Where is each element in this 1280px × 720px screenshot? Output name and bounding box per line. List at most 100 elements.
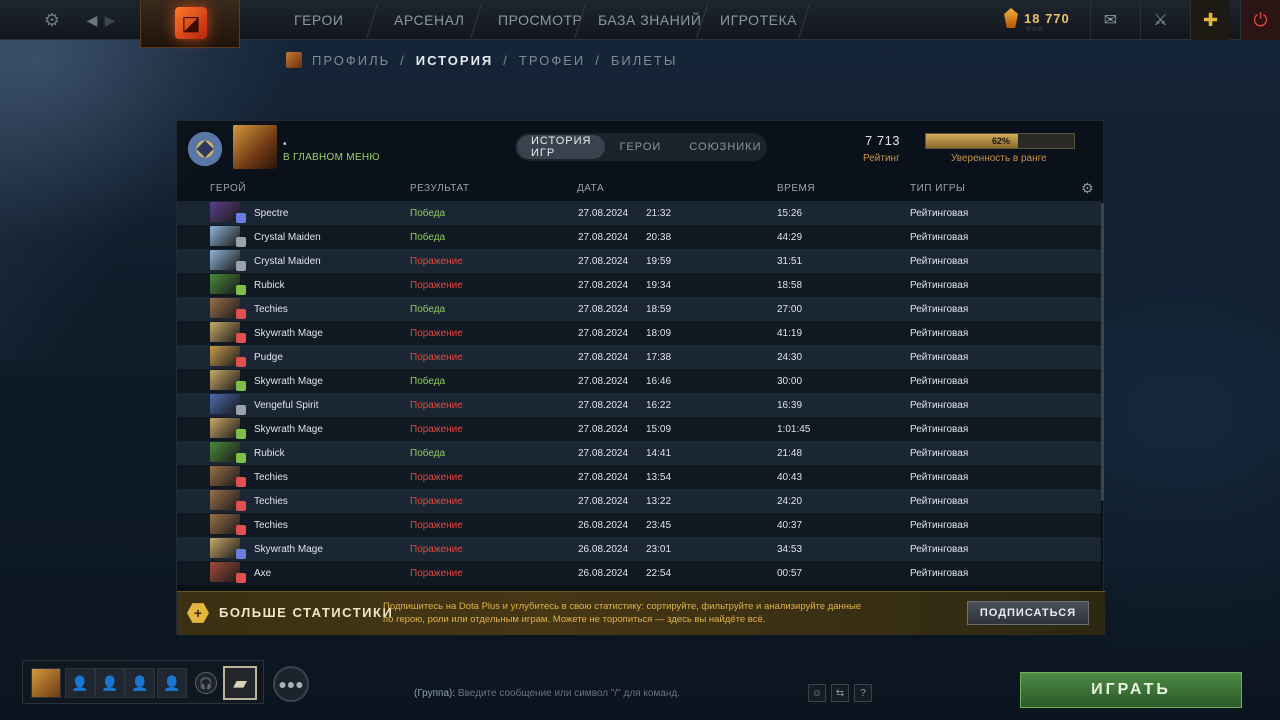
subnav-profile[interactable]: ПРОФИЛЬ [312, 53, 390, 68]
match-list: Spectre Победа 27.08.2024 21:32 15:26 Рейтинг… [177, 201, 1101, 585]
confidence-bar: 62% [925, 133, 1075, 149]
confidence-value: 62% [991, 136, 1010, 146]
game-type: Рейтинговая [910, 472, 969, 483]
dota-plus-promo: + БОЛЬШЕ СТАТИСТИКИ Подпишитесь на Dota … [177, 591, 1105, 635]
scrollbar[interactable] [1101, 203, 1104, 501]
hero-name: Techies [254, 496, 288, 507]
nav-divider [470, 2, 483, 38]
match-duration: 41:19 [777, 328, 803, 339]
match-row[interactable]: Rubick Поражение 27.08.2024 19:34 18:58 Рейти… [177, 273, 1101, 297]
gear-icon[interactable]: ⚙ [40, 8, 64, 32]
hero-name: Crystal Maiden [254, 256, 321, 267]
role-icon [236, 213, 246, 223]
match-row[interactable]: Techies Поражение 27.08.2024 13:22 24:20 Рейт… [177, 489, 1101, 513]
match-date: 27.08.2024 [578, 400, 629, 411]
tab-heroes[interactable]: ГЕРОИ [605, 135, 675, 159]
forward-arrow-icon[interactable]: ▶ [98, 8, 122, 32]
match-row[interactable]: Vengeful Spirit Поражение 27.08.2024 16:22 1… [177, 393, 1101, 417]
match-time: 23:45 [646, 520, 672, 531]
subnav-separator: / [503, 52, 509, 68]
match-row[interactable]: Techies Поражение 26.08.2024 23:45 40:37 Рейт… [177, 513, 1101, 537]
hero-name: Techies [254, 472, 288, 483]
confidence-label: Уверенность в ранге [951, 153, 1047, 164]
role-icon [236, 261, 246, 271]
match-duration: 18:58 [777, 280, 803, 291]
col-header-game-type[interactable]: ТИП ИГРЫ [910, 183, 965, 194]
match-row[interactable]: Skywrath Mage Поражение 26.08.2024 23:01 34:… [177, 537, 1101, 561]
party-slot-self[interactable] [31, 668, 61, 698]
col-header-duration[interactable]: ВРЕМЯ [777, 183, 815, 194]
hero-name: Crystal Maiden [254, 232, 321, 243]
nav-arcade[interactable]: ИГРОТЕКА [720, 0, 797, 40]
profile-header: • В ГЛАВНОМ МЕНЮ ИСТОРИЯ ИГР ГЕРОИ СОЮЗН… [177, 121, 1105, 177]
match-time: 18:09 [646, 328, 672, 339]
party-slot-empty[interactable]: 👤 [95, 668, 125, 698]
rank-medal-icon[interactable] [185, 129, 225, 169]
chat-input[interactable]: (Группа): Введите сообщение или символ "… [414, 688, 680, 699]
party-slot-empty[interactable]: 👤 [125, 668, 155, 698]
match-duration: 1:01:45 [777, 424, 811, 435]
match-row[interactable]: Spectre Победа 27.08.2024 21:32 15:26 Рейтинг… [177, 201, 1101, 225]
armory-icon[interactable]: ⚔ [1140, 0, 1180, 40]
subnav-separator: / [595, 52, 601, 68]
role-icon [236, 453, 246, 463]
help-icon[interactable]: ? [854, 684, 872, 702]
role-icon [236, 477, 246, 487]
player-avatar[interactable] [233, 125, 277, 169]
tab-allies[interactable]: СОЮЗНИКИ [675, 135, 775, 159]
hero-name: Techies [254, 304, 288, 315]
emoji-icon[interactable]: ☺ [808, 684, 826, 702]
match-date: 27.08.2024 [578, 256, 629, 267]
match-row[interactable]: Skywrath Mage Победа 27.08.2024 16:46 30:00 Р… [177, 369, 1101, 393]
nav-arsenal[interactable]: АРСЕНАЛ [394, 0, 464, 40]
col-header-result[interactable]: РЕЗУЛЬТАТ [410, 183, 469, 194]
chat-wheel-icon[interactable]: ⇆ [831, 684, 849, 702]
match-row[interactable]: Techies Победа 27.08.2024 18:59 27:00 Рейтинг… [177, 297, 1101, 321]
mail-icon[interactable]: ✉ [1090, 0, 1130, 40]
match-row[interactable]: Crystal Maiden Поражение 27.08.2024 19:59 31… [177, 249, 1101, 273]
subnav-tickets[interactable]: БИЛЕТЫ [611, 53, 678, 68]
power-icon[interactable]: ⏻ [1240, 0, 1280, 40]
match-time: 14:41 [646, 448, 672, 459]
match-row[interactable]: Rubick Победа 27.08.2024 14:41 21:48 Рейтинго… [177, 441, 1101, 465]
party-icon[interactable]: ●●● [273, 666, 309, 702]
guild-icon[interactable]: ▰ [223, 666, 257, 700]
match-row[interactable]: Axe Поражение 26.08.2024 22:54 00:57 Рейтинго… [177, 561, 1101, 585]
chat-placeholder: Введите сообщение или символ "/" для ком… [457, 688, 680, 699]
match-row[interactable]: Techies Поражение 27.08.2024 13:54 40:43 Рейт… [177, 465, 1101, 489]
party-slot-empty[interactable]: 👤 [157, 668, 187, 698]
shard-icon [1004, 8, 1018, 28]
nav-watch[interactable]: ПРОСМОТР [498, 0, 582, 40]
subscribe-button[interactable]: ПОДПИСАТЬСЯ [967, 601, 1089, 625]
play-button[interactable]: ИГРАТЬ [1020, 672, 1242, 708]
logo-frame[interactable]: ◪ [140, 0, 240, 48]
match-result: Поражение [410, 520, 463, 531]
voice-icon[interactable]: 🎧 [195, 672, 217, 694]
hero-name: Skywrath Mage [254, 544, 323, 555]
subnav-separator: / [400, 52, 406, 68]
match-result: Поражение [410, 568, 463, 579]
settings-gear-icon[interactable]: ⚙ [1081, 180, 1094, 197]
match-duration: 40:43 [777, 472, 803, 483]
hero-name: Skywrath Mage [254, 328, 323, 339]
tab-match-history[interactable]: ИСТОРИЯ ИГР [517, 135, 606, 159]
nav-heroes[interactable]: ГЕРОИ [294, 0, 343, 40]
match-time: 20:38 [646, 232, 672, 243]
match-row[interactable]: Crystal Maiden Победа 27.08.2024 20:38 44:29… [177, 225, 1101, 249]
nav-knowledge-base[interactable]: БАЗА ЗНАНИЙ [598, 0, 701, 40]
match-date: 27.08.2024 [578, 304, 629, 315]
match-row[interactable]: Pudge Поражение 27.08.2024 17:38 24:30 Рейтин… [177, 345, 1101, 369]
subnav-history[interactable]: ИСТОРИЯ [416, 53, 494, 68]
match-row[interactable]: Skywrath Mage Поражение 27.08.2024 18:09 41:… [177, 321, 1101, 345]
col-header-hero[interactable]: ГЕРОЙ [210, 183, 246, 194]
match-duration: 15:26 [777, 208, 803, 219]
role-icon [236, 309, 246, 319]
dota-logo-icon[interactable]: ◪ [175, 7, 207, 39]
match-row[interactable]: Skywrath Mage Поражение 27.08.2024 15:09 1:0… [177, 417, 1101, 441]
dota-plus-icon[interactable]: ✚ [1190, 0, 1230, 40]
col-header-date[interactable]: ДАТА [577, 183, 604, 194]
party-slot-empty[interactable]: 👤 [65, 668, 95, 698]
subnav-trophies[interactable]: ТРОФЕИ [519, 53, 585, 68]
match-result: Поражение [410, 280, 463, 291]
party-bar: 👤 👤 👤 👤 🎧 ▰ [22, 660, 264, 704]
